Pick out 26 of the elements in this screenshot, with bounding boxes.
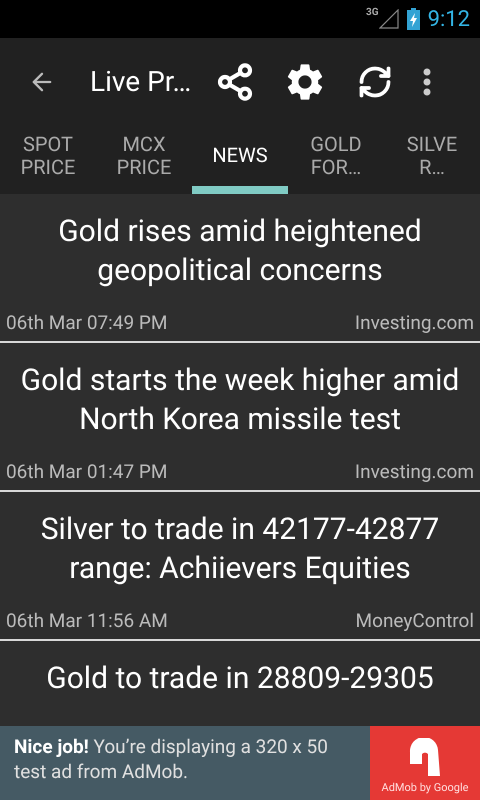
news-date: 06th Mar 07:49 PM bbox=[6, 310, 168, 336]
news-headline[interactable]: Gold rises amid heightened geopolitical concerns bbox=[6, 212, 474, 290]
refresh-icon bbox=[357, 64, 394, 100]
tab[interactable]: SPOT PRICE bbox=[0, 125, 96, 194]
more-icon bbox=[423, 68, 432, 96]
ad-banner[interactable]: Nice job! You’re displaying a 320 x 50 test ad from AdMob. AdMob by Google bbox=[0, 726, 480, 800]
news-headline[interactable]: Silver to trade in 42177-42877 range: Achiievers Equities bbox=[6, 510, 474, 588]
news-headline[interactable]: Gold starts the week higher amid North Korea missile test bbox=[6, 361, 474, 439]
ad-brand: AdMob by Google bbox=[382, 780, 468, 796]
battery-icon bbox=[406, 8, 420, 30]
tab[interactable]: SILVE R… bbox=[384, 125, 480, 194]
tab[interactable]: NEWS bbox=[192, 125, 288, 194]
news-source: Investing.com bbox=[354, 310, 474, 336]
clock: 9:12 bbox=[428, 6, 470, 34]
network-label: 3G bbox=[366, 6, 379, 20]
news-headline[interactable]: Gold to trade in 28809-29305 bbox=[36, 659, 444, 698]
admob-logo-icon bbox=[408, 738, 442, 776]
app-title: Live Pr… bbox=[90, 64, 192, 100]
news-date: 06th Mar 11:56 AM bbox=[6, 608, 168, 634]
news-source: Investing.com bbox=[354, 458, 474, 485]
news-source: MoneyControl bbox=[356, 608, 474, 634]
signal-icon bbox=[378, 9, 399, 29]
news-date: 06th Mar 01:47 PM bbox=[6, 458, 168, 485]
ad-text: Nice job! You’re displaying a 320 x 50 test ad from AdMob. bbox=[13, 734, 329, 785]
tab[interactable]: MCX PRICE bbox=[96, 125, 192, 194]
tab[interactable]: GOLD FOR… bbox=[288, 125, 384, 194]
